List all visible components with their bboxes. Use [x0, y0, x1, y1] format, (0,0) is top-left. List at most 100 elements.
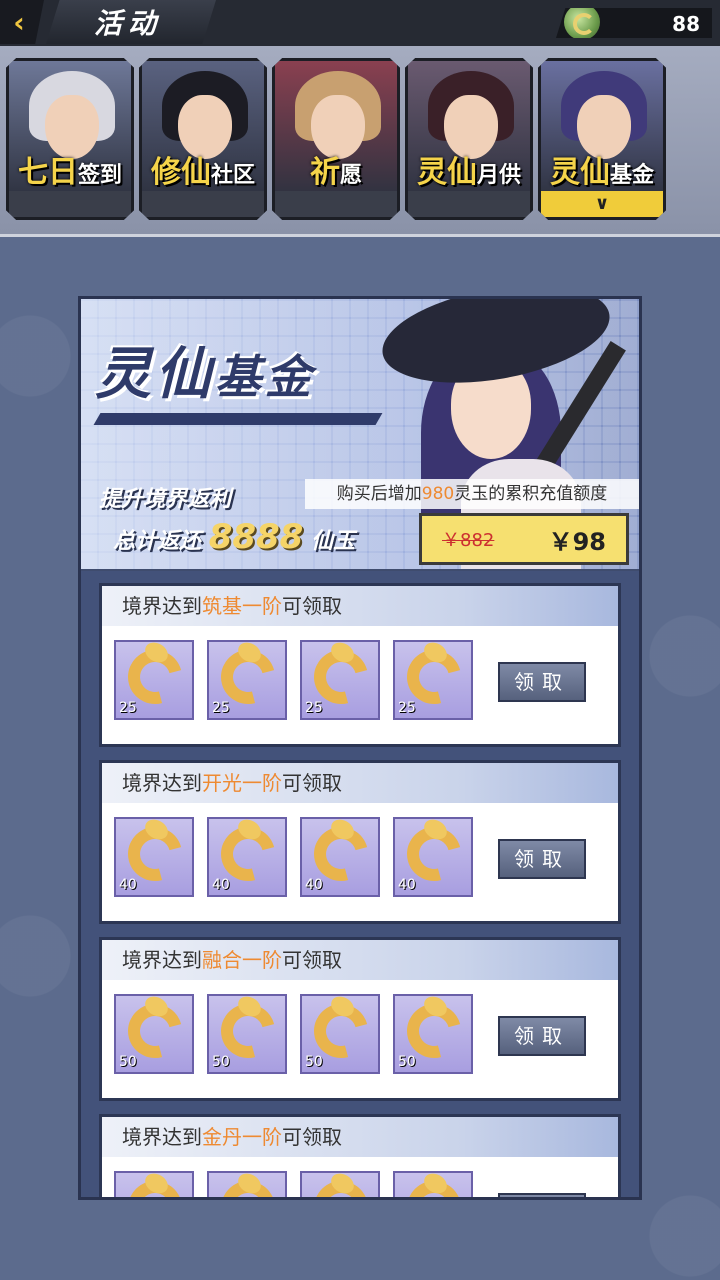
reward-slot[interactable] [393, 1171, 473, 1197]
realm-name: 开光一阶 [202, 771, 282, 795]
banner-title-sub: 基金 [215, 350, 315, 404]
reward-slot[interactable]: 50 [207, 994, 287, 1074]
reward-slot[interactable]: 40 [393, 817, 473, 897]
reward-count: 40 [398, 877, 416, 893]
currency-display[interactable]: 88 [556, 8, 712, 38]
reward-count: 50 [398, 1054, 416, 1070]
tab-footer [408, 191, 530, 217]
reward-slot[interactable]: 40 [114, 817, 194, 897]
tier-condition: 境界达到开光一阶可领取 [102, 763, 618, 803]
fund-panel: 灵仙基金 购买后增加980灵玉的累积充值额度 提升境界返利 总计返还 8888 … [78, 296, 642, 1200]
tab-label-main: 七日 [17, 155, 78, 190]
reward-slot[interactable]: 40 [207, 817, 287, 897]
reward-count: 25 [212, 700, 230, 716]
tab-label: 灵仙月供 [408, 147, 530, 191]
tab-footer [9, 191, 131, 217]
chevron-left-icon: ‹ [13, 5, 25, 39]
purchase-note: 购买后增加980灵玉的累积充值额度 [305, 479, 639, 509]
reward-slot[interactable]: 25 [300, 640, 380, 720]
reward-tier: 境界达到融合一阶可领取 50 50 50 50 领取 [99, 937, 621, 1101]
tab-label-main: 灵仙 [416, 155, 477, 190]
reward-count: 40 [305, 877, 323, 893]
activity-tab[interactable]: 灵仙基金 ∨ [538, 58, 666, 220]
tab-footer [275, 191, 397, 217]
tab-label: 灵仙基金 [541, 147, 663, 191]
page-title: 活动 [94, 7, 163, 40]
banner-title-main: 灵仙 [95, 342, 215, 407]
tab-label-main: 修仙 [150, 155, 211, 190]
reward-slot[interactable] [114, 1171, 194, 1197]
tab-label-main: 灵仙 [549, 155, 610, 190]
currency-value: 88 [672, 12, 700, 36]
promo-suffix: 仙玉 [311, 529, 356, 554]
reward-slot[interactable]: 50 [114, 994, 194, 1074]
new-price: ￥98 [548, 527, 606, 556]
reward-slot[interactable]: 40 [300, 817, 380, 897]
tier-condition: 境界达到金丹一阶可领取 [102, 1117, 618, 1157]
top-bar: ‹ 活动 88 [0, 0, 720, 46]
reward-slot[interactable]: 25 [393, 640, 473, 720]
reward-slot[interactable]: 25 [207, 640, 287, 720]
back-button[interactable]: ‹ [0, 0, 44, 44]
claim-button[interactable]: 领取 [498, 1016, 586, 1056]
condition-suffix: 可领取 [282, 948, 342, 972]
jade-ring-icon [304, 1171, 378, 1197]
reward-tier: 境界达到金丹一阶可领取领取 [99, 1114, 621, 1197]
reward-slot[interactable] [300, 1171, 380, 1197]
jade-ring-icon [118, 1171, 192, 1197]
tab-label: 修仙社区 [142, 147, 264, 191]
tab-label-sub: 签到 [77, 163, 122, 188]
reward-slot[interactable]: 25 [114, 640, 194, 720]
promo-prefix: 总计返还 [113, 529, 202, 554]
chevron-down-icon: ∨ [594, 193, 610, 214]
activity-tab[interactable]: 七日签到 [6, 58, 134, 220]
reward-count: 40 [212, 877, 230, 893]
tab-label-sub: 基金 [609, 163, 654, 188]
promo-amount: 8888 [208, 517, 304, 557]
tab-label: 祈愿 [275, 147, 397, 191]
buy-price-button[interactable]: ￥882 ￥98 [419, 513, 629, 565]
reward-tier: 境界达到开光一阶可领取 40 40 40 40 领取 [99, 760, 621, 924]
realm-name: 金丹一阶 [202, 1125, 282, 1149]
fund-banner: 灵仙基金 购买后增加980灵玉的累积充值额度 提升境界返利 总计返还 8888 … [81, 299, 639, 569]
old-price: ￥882 [442, 530, 495, 551]
condition-suffix: 可领取 [282, 771, 342, 795]
activity-tabs: 七日签到 修仙社区 祈愿 灵仙月供 灵仙基金 ∨ [0, 46, 720, 237]
reward-count: 50 [305, 1054, 323, 1070]
condition-suffix: 可领取 [282, 1125, 342, 1149]
reward-tier: 境界达到筑基一阶可领取 25 25 25 25 领取 [99, 583, 621, 747]
tab-label: 七日签到 [9, 147, 131, 191]
reward-count: 50 [119, 1054, 137, 1070]
reward-slot[interactable] [207, 1171, 287, 1197]
tab-footer [142, 191, 264, 217]
realm-name: 融合一阶 [202, 948, 282, 972]
condition-prefix: 境界达到 [122, 1125, 202, 1149]
reward-count: 40 [119, 877, 137, 893]
tab-label-sub: 社区 [210, 163, 255, 188]
note-suffix: 灵玉的累积充值额度 [454, 484, 608, 504]
condition-prefix: 境界达到 [122, 771, 202, 795]
promo-line-2: 总计返还 8888 仙玉 [113, 517, 355, 557]
activity-tab[interactable]: 灵仙月供 [405, 58, 533, 220]
page-title-tab: 活动 [46, 0, 216, 44]
activity-tab[interactable]: 修仙社区 [139, 58, 267, 220]
reward-slot[interactable]: 50 [300, 994, 380, 1074]
reward-count: 50 [212, 1054, 230, 1070]
tab-label-main: 祈 [309, 155, 340, 190]
reward-count: 25 [305, 700, 323, 716]
note-prefix: 购买后增加 [336, 484, 422, 504]
tier-condition: 境界达到筑基一阶可领取 [102, 586, 618, 626]
activity-tab[interactable]: 祈愿 [272, 58, 400, 220]
reward-slot[interactable]: 50 [393, 994, 473, 1074]
note-highlight: 980 [421, 484, 455, 504]
tier-condition: 境界达到融合一阶可领取 [102, 940, 618, 980]
claim-button[interactable]: 领取 [498, 1193, 586, 1197]
jade-coin-icon [564, 8, 600, 38]
jade-ring-icon [211, 1171, 285, 1197]
reward-list[interactable]: 境界达到筑基一阶可领取 25 25 25 25 领取 境界达到开光一阶可领取 40 40 40 40… [81, 571, 639, 1197]
claim-button[interactable]: 领取 [498, 662, 586, 702]
condition-suffix: 可领取 [282, 594, 342, 618]
tab-label-sub: 月供 [476, 163, 521, 188]
claim-button[interactable]: 领取 [498, 839, 586, 879]
jade-ring-icon [397, 1171, 471, 1197]
